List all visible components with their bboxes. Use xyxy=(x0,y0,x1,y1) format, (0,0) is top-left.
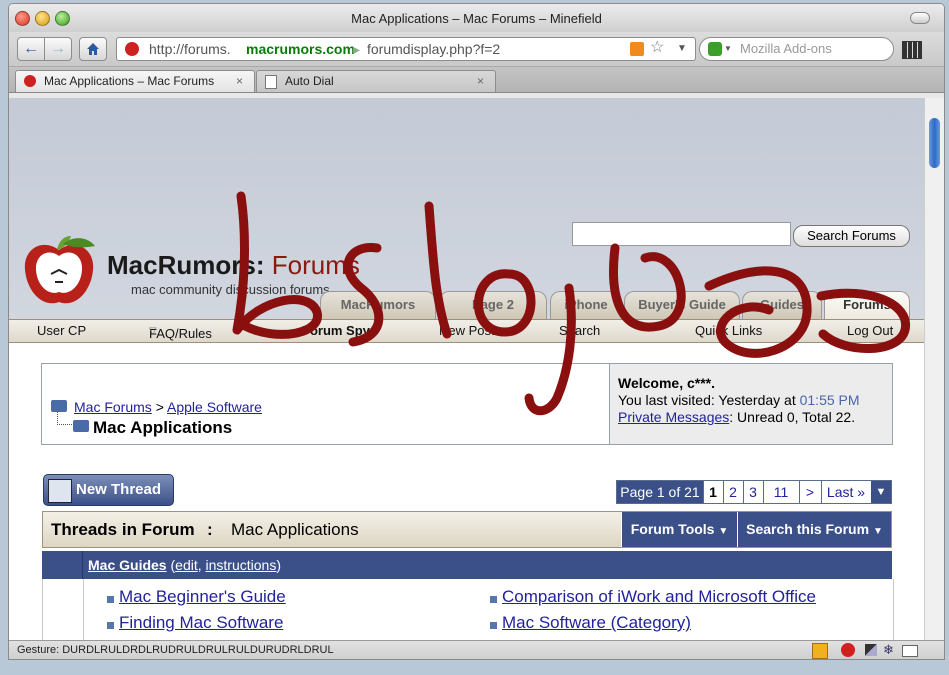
tab-favicon-icon xyxy=(24,75,36,87)
tab-close-icon[interactable]: × xyxy=(236,71,243,91)
page-icon xyxy=(265,75,277,89)
tab-label: Auto Dial xyxy=(285,74,334,88)
home-button[interactable] xyxy=(79,37,107,61)
toolbar-toggle-button[interactable] xyxy=(910,12,930,24)
site-favicon-icon xyxy=(125,42,139,56)
url-dropdown-icon[interactable]: ▼ xyxy=(677,38,687,60)
tab-auto-dial[interactable]: Auto Dial × xyxy=(256,70,496,92)
adblock-icon[interactable] xyxy=(841,643,855,657)
navigation-toolbar: ← → http://forums. macrumors.com ▸ forum… xyxy=(9,32,944,67)
tab-label: Mac Applications – Mac Forums xyxy=(44,74,215,88)
url-path: forumdisplay.php?f=2 xyxy=(367,41,501,57)
vertical-scrollbar[interactable] xyxy=(924,98,944,640)
page-content: MacRumors: Forums mac community discussi… xyxy=(9,98,924,640)
tab-close-icon[interactable]: × xyxy=(477,71,484,91)
addons-puzzle-icon xyxy=(708,42,722,56)
url-scheme: http://forums. xyxy=(149,41,231,57)
forward-button[interactable]: → xyxy=(44,37,72,61)
tab-mac-applications[interactable]: Mac Applications – Mac Forums × xyxy=(15,70,255,92)
url-separator-icon: ▸ xyxy=(353,41,361,57)
bookmark-star-icon[interactable]: ☆ xyxy=(650,37,664,59)
home-icon xyxy=(87,43,99,55)
browser-window: Mac Applications – Mac Forums – Minefiel… xyxy=(8,3,945,660)
forward-arrow-icon: → xyxy=(50,40,66,57)
url-domain: macrumors.com xyxy=(246,41,355,57)
window-tile-icon[interactable] xyxy=(865,644,877,656)
status-bar: Gesture: DURDLRULDRDLRUDRULDRULRULDURUDR… xyxy=(9,640,944,659)
mouse-gesture-scribble xyxy=(232,191,911,416)
notepad-icon[interactable] xyxy=(812,643,828,659)
back-button[interactable]: ← xyxy=(17,37,45,61)
search-input[interactable]: Mozilla Add-ons xyxy=(740,38,832,60)
window-title: Mac Applications – Mac Forums – Minefiel… xyxy=(351,11,602,26)
search-engine-box[interactable]: ▼ Mozilla Add-ons xyxy=(699,37,894,61)
search-engine-dropdown-icon[interactable]: ▼ xyxy=(724,38,732,60)
title-bar: Mac Applications – Mac Forums – Minefiel… xyxy=(9,4,944,32)
gesture-status-text: Gesture: DURDLRULDRDLRUDRULDRULRULDURUDR… xyxy=(17,644,334,656)
scrollbar-thumb[interactable] xyxy=(929,118,940,168)
snowflake-icon[interactable]: ❄ xyxy=(883,641,894,659)
rss-feed-icon[interactable] xyxy=(630,42,644,56)
windows-grid-icon[interactable] xyxy=(902,41,922,59)
url-bar[interactable]: http://forums. macrumors.com ▸ forumdisp… xyxy=(116,37,696,61)
back-arrow-icon: ← xyxy=(23,40,39,57)
tab-strip: Mac Applications – Mac Forums × Auto Dia… xyxy=(9,67,944,93)
mail-icon[interactable] xyxy=(902,645,918,657)
